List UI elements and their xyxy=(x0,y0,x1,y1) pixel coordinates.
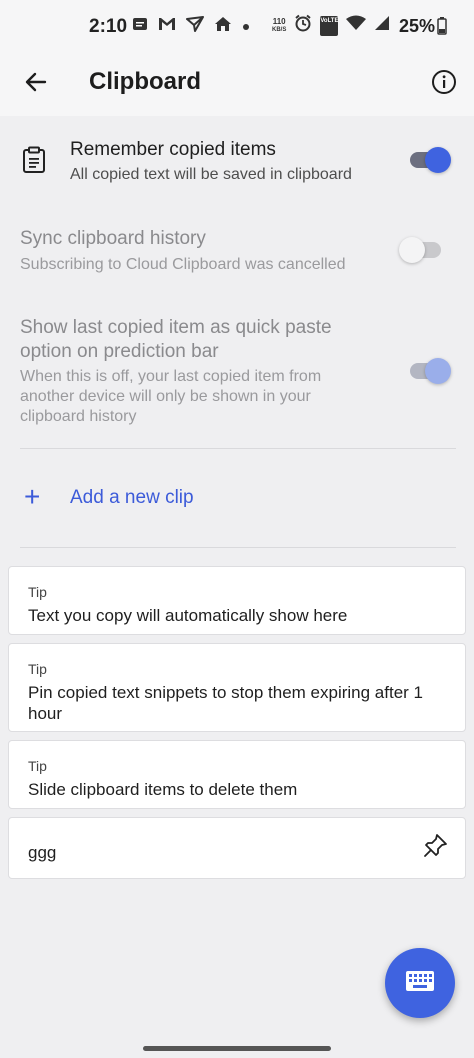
info-circle-icon xyxy=(431,69,457,100)
page-title: Clipboard xyxy=(89,68,201,95)
net-speed-unit: KB/S xyxy=(272,26,287,33)
gmail-icon xyxy=(158,16,176,37)
clip-item[interactable]: ggg xyxy=(8,817,466,879)
tip-card[interactable]: Tip Slide clipboard items to delete them xyxy=(8,740,466,809)
app-bar: Clipboard xyxy=(0,56,474,116)
tip-card[interactable]: Tip Pin copied text snippets to stop the… xyxy=(8,643,466,732)
tip-text: Text you copy will automatically show he… xyxy=(28,606,348,625)
tip-text-line2: hour xyxy=(28,704,63,723)
tip-text: Slide clipboard items to delete them xyxy=(28,780,298,799)
info-button[interactable] xyxy=(426,66,462,102)
sync-subtitle: Subscribing to Cloud Clipboard was cance… xyxy=(20,256,346,273)
dot-icon xyxy=(242,18,250,36)
tip-card[interactable]: Tip Text you copy will automatically sho… xyxy=(8,566,466,635)
quick-paste-title-line2: option on prediction bar xyxy=(20,341,219,362)
divider xyxy=(20,547,456,548)
notification-icons xyxy=(132,16,250,37)
quick-paste-subtitle-line1: When this is off, your last copied item … xyxy=(20,368,322,385)
remember-toggle[interactable] xyxy=(408,146,452,174)
tip-label: Tip xyxy=(28,584,47,600)
status-time: 2:10 xyxy=(89,16,128,37)
sync-toggle[interactable] xyxy=(399,236,443,264)
net-speed: 110 KB/S xyxy=(272,17,286,35)
quick-paste-title-line1: Show last copied item as quick paste xyxy=(20,317,332,338)
remember-title: Remember copied items xyxy=(70,139,276,160)
keyboard-icon xyxy=(405,970,435,997)
add-clip-button[interactable]: + Add a new clip xyxy=(0,474,474,524)
signal-icon xyxy=(374,15,390,36)
alarm-icon xyxy=(294,14,312,37)
wifi-icon xyxy=(346,15,367,36)
back-button[interactable] xyxy=(18,66,54,102)
status-bar: 2:10 110 KB/S VoLTE 25% xyxy=(0,0,474,56)
tip-text-line1: Pin copied text snippets to stop them ex… xyxy=(28,683,424,702)
tip-label: Tip xyxy=(28,661,47,677)
plus-icon: + xyxy=(24,481,41,512)
sync-title: Sync clipboard history xyxy=(20,228,206,249)
direct-icon xyxy=(186,16,204,37)
navigation-handle[interactable] xyxy=(143,1046,331,1051)
system-icons: 110 KB/S VoLTE xyxy=(272,14,390,37)
divider xyxy=(20,448,456,449)
message-icon xyxy=(132,16,148,37)
remember-subtitle: All copied text will be saved in clipboa… xyxy=(70,166,352,183)
clipboard-icon xyxy=(21,146,47,179)
clip-text: ggg xyxy=(28,843,57,862)
arrow-left-icon xyxy=(24,70,48,99)
battery-icon xyxy=(437,17,447,40)
add-clip-label: Add a new clip xyxy=(70,487,194,508)
battery-percent: 25% xyxy=(399,16,436,36)
net-speed-value: 110 xyxy=(272,16,286,26)
home-icon xyxy=(214,16,232,37)
pin-icon xyxy=(423,832,449,863)
volte-icon: VoLTE xyxy=(320,15,339,36)
pin-button[interactable] xyxy=(421,832,451,862)
volte-label: VoLTE xyxy=(320,17,339,24)
keyboard-button[interactable] xyxy=(385,948,455,1018)
tip-label: Tip xyxy=(28,758,47,774)
quick-paste-subtitle-line3: clipboard history xyxy=(20,408,137,425)
quick-paste-toggle[interactable] xyxy=(408,357,452,385)
quick-paste-subtitle-line2: another device will only be shown in you… xyxy=(20,388,311,405)
